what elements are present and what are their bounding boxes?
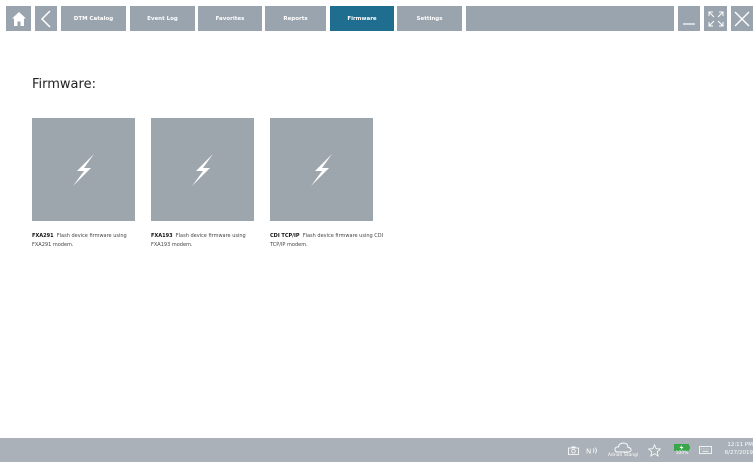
maximize-button[interactable] bbox=[704, 6, 727, 31]
clock: 12:11 PM 6/27/2019 bbox=[716, 441, 753, 457]
firmware-tile-fxa291[interactable] bbox=[32, 118, 135, 221]
home-icon bbox=[11, 11, 26, 26]
taskbar: N Adrian Stangl 100% 12:11 PM 6/27/2019 bbox=[0, 438, 753, 462]
cloud-account-button[interactable]: Adrian Stangl bbox=[606, 438, 640, 462]
keyboard-button[interactable] bbox=[697, 438, 713, 462]
nfc-icon: N bbox=[586, 446, 597, 455]
camera-icon bbox=[567, 446, 579, 455]
close-button[interactable] bbox=[731, 6, 753, 31]
firmware-name: FXA193 bbox=[151, 233, 173, 239]
home-button[interactable] bbox=[6, 6, 31, 31]
maximize-icon bbox=[708, 11, 723, 26]
firmware-name: CDI TCP/IP bbox=[270, 233, 300, 239]
back-button[interactable] bbox=[35, 6, 57, 31]
battery-icon bbox=[674, 443, 690, 451]
firmware-description-cdi-tcpip: CDI TCP/IP Flash device firmware using C… bbox=[270, 232, 385, 250]
clock-time: 12:11 PM bbox=[727, 442, 753, 448]
camera-button[interactable] bbox=[566, 438, 580, 462]
minimize-icon bbox=[683, 22, 695, 25]
lightning-icon bbox=[191, 153, 213, 186]
svg-text:N: N bbox=[586, 447, 591, 455]
lightning-icon bbox=[72, 153, 94, 186]
clock-date: 6/27/2019 bbox=[724, 450, 753, 456]
tab-reports[interactable]: Reports bbox=[265, 6, 326, 31]
firmware-tile-cdi-tcpip[interactable] bbox=[270, 118, 373, 221]
star-icon bbox=[647, 443, 661, 457]
top-toolbar: DTM Catalog Event Log Favorites Reports … bbox=[0, 0, 753, 37]
tab-firmware[interactable]: Firmware bbox=[330, 6, 394, 31]
favorites-button[interactable] bbox=[646, 438, 662, 462]
firmware-name: FXA291 bbox=[32, 233, 54, 239]
nfc-button[interactable]: N bbox=[585, 438, 601, 462]
tab-favorites[interactable]: Favorites bbox=[198, 6, 262, 31]
battery-level: 100% bbox=[675, 450, 689, 456]
keyboard-icon bbox=[698, 446, 712, 454]
tab-event-log[interactable]: Event Log bbox=[130, 6, 195, 31]
close-icon bbox=[734, 11, 750, 26]
user-name: Adrian Stangl bbox=[607, 452, 639, 458]
toolbar-spacer bbox=[466, 6, 674, 31]
lightning-icon bbox=[310, 153, 332, 186]
battery-indicator: 100% bbox=[670, 438, 694, 462]
minimize-button[interactable] bbox=[678, 6, 700, 31]
tab-dtm-catalog[interactable]: DTM Catalog bbox=[61, 6, 126, 31]
cloud-icon bbox=[614, 442, 632, 452]
firmware-description-fxa291: FXA291 Flash device firmware using FXA29… bbox=[32, 232, 147, 250]
firmware-tile-fxa193[interactable] bbox=[151, 118, 254, 221]
chevron-left-icon bbox=[40, 9, 51, 28]
tab-settings[interactable]: Settings bbox=[397, 6, 462, 31]
firmware-description-fxa193: FXA193 Flash device firmware using FXA19… bbox=[151, 232, 266, 250]
page-title: Firmware: bbox=[32, 77, 96, 92]
